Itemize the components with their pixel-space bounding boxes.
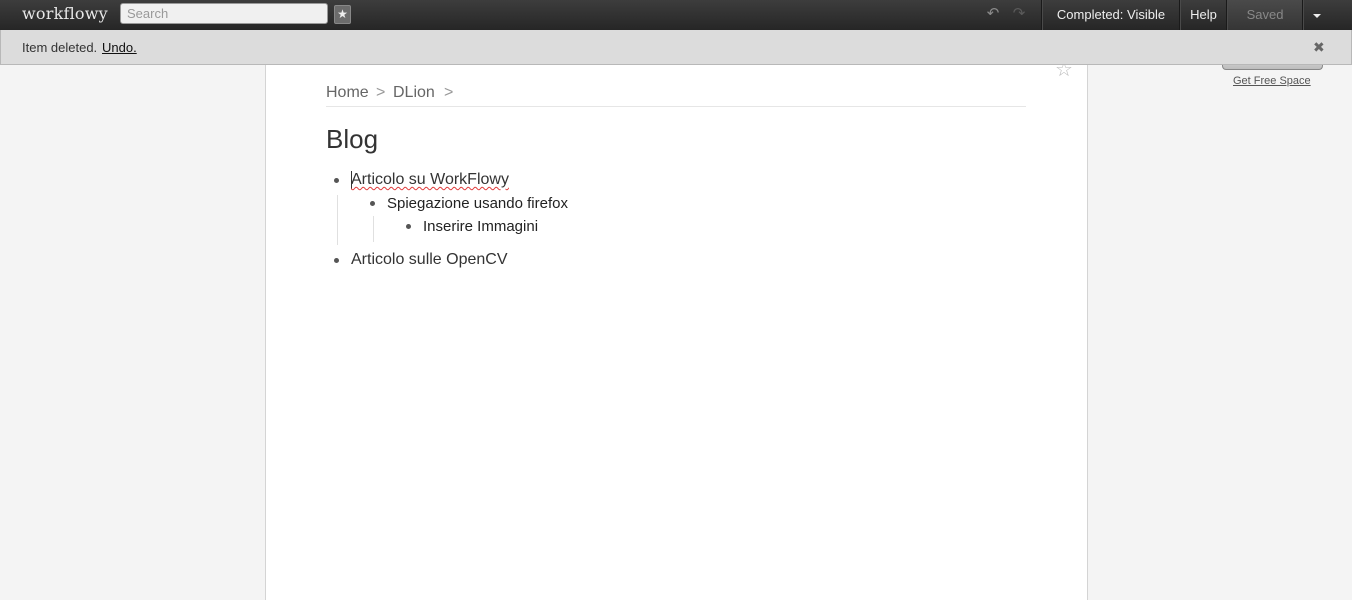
bullet-icon[interactable] [334, 178, 339, 183]
undo-link[interactable]: Undo. [102, 40, 137, 55]
bullet-icon[interactable] [334, 258, 339, 263]
top-bar: workflowy ★ ↶ ↷ Completed: Visible Help … [0, 0, 1352, 31]
breadcrumb-separator: > [444, 84, 454, 101]
breadcrumb-separator: > [376, 84, 386, 101]
close-icon[interactable]: ✖ [1313, 39, 1325, 56]
undo-icon[interactable]: ↶ [984, 6, 1002, 22]
starred-button[interactable]: ★ [334, 5, 351, 24]
chevron-down-icon [1313, 13, 1321, 18]
page-title[interactable]: Blog [326, 124, 378, 155]
outline-item[interactable]: Articolo su WorkFlowy [351, 171, 509, 189]
main-page: ☆ Home > DLion > Blog Articolo su WorkFl… [265, 40, 1088, 600]
bullet-icon[interactable] [370, 201, 375, 206]
bullet-icon[interactable] [406, 224, 411, 229]
help-button[interactable]: Help [1179, 0, 1227, 30]
notification-message: Item deleted. [22, 40, 98, 55]
settings-dropdown-button[interactable] [1302, 0, 1331, 30]
star-icon: ★ [337, 7, 348, 21]
app-logo[interactable]: workflowy [22, 4, 108, 23]
breadcrumb: Home > DLion > [326, 84, 1026, 107]
outline-guide-line [337, 195, 338, 245]
get-free-space-link[interactable]: Get Free Space [1233, 75, 1311, 87]
notification-bar: Item deleted. Undo. ✖ [0, 30, 1352, 65]
saved-status-button[interactable]: Saved [1226, 0, 1303, 30]
outline-item[interactable]: Articolo sulle OpenCV [351, 251, 508, 269]
redo-icon[interactable]: ↷ [1010, 6, 1028, 22]
completed-toggle-button[interactable]: Completed: Visible [1041, 0, 1180, 30]
outline-item[interactable]: Inserire Immagini [423, 218, 538, 235]
outline-item[interactable]: Spiegazione usando firefox [387, 195, 568, 212]
search-input[interactable] [120, 3, 328, 24]
breadcrumb-dlion[interactable]: DLion [393, 84, 435, 102]
outline-guide-line [373, 216, 374, 242]
breadcrumb-home[interactable]: Home [326, 84, 369, 102]
